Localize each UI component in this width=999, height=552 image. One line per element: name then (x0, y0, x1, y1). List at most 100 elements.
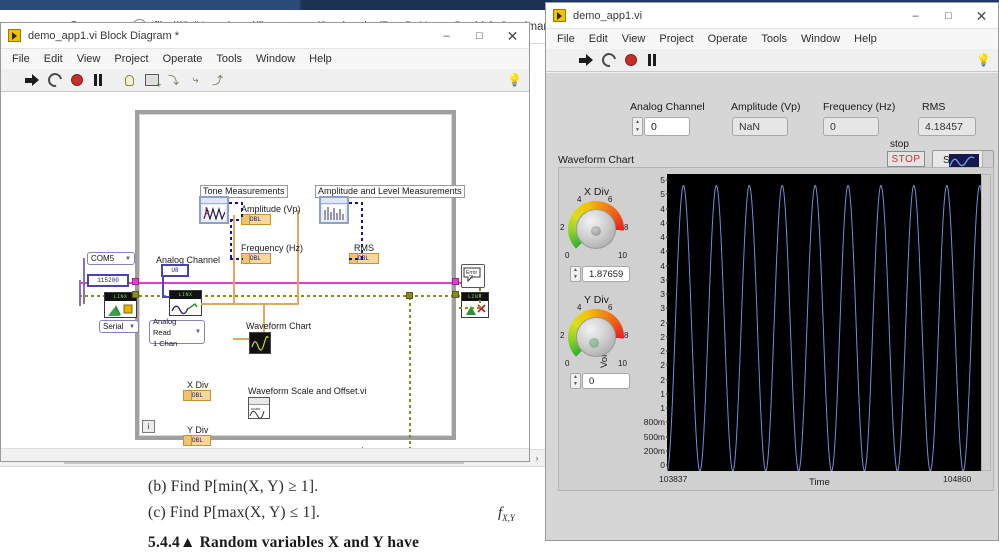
y-axis-tick: 500m (644, 432, 669, 442)
retain-wire-values-icon[interactable] (143, 72, 162, 90)
pdf-fragment-sub: X,Y (502, 513, 515, 523)
context-help-icon[interactable]: 💡 (976, 53, 991, 67)
front-panel-canvas[interactable]: Analog Channel ▲ ▼ 0 Amplitude (Vp) NaN … (546, 73, 998, 540)
x-div-knob[interactable]: 2 4 6 8 0 10 (560, 195, 628, 260)
abort-execution-icon[interactable] (622, 52, 639, 69)
block-diagram-canvas[interactable]: i COM5 ▼ 115200 LINX Serial ▼ Analog Cha… (1, 92, 529, 461)
x-div-value-input[interactable]: 1.87659 (582, 266, 630, 282)
scroll-right-icon[interactable]: › (529, 453, 545, 463)
close-button[interactable]: ✕ (496, 23, 529, 49)
menu-item-view[interactable]: View (70, 53, 108, 65)
analog-channel-stepper[interactable]: ▲ ▼ (632, 117, 643, 136)
x-div-terminal[interactable]: DBL (183, 390, 211, 401)
y-tick-mark (666, 179, 669, 181)
frequency-hz-indicator[interactable]: DBL (241, 253, 271, 264)
browser-tab-active[interactable] (0, 0, 300, 10)
y-div-tick-2: 2 (560, 331, 565, 340)
context-help-icon[interactable]: 💡 (507, 73, 522, 87)
y-axis-tick: 0 (660, 460, 669, 470)
analog-read-ring[interactable]: Analog Read 1 Chan ▼ (149, 317, 205, 348)
stepper-up-icon[interactable]: ▲ (573, 375, 578, 380)
y-tick-mark (666, 250, 669, 252)
svg-text:?!: ?! (469, 275, 473, 281)
step-over-icon[interactable]: ⤷ (187, 72, 204, 89)
run-continuous-icon[interactable] (44, 70, 65, 90)
stepper-down-icon[interactable]: ▼ (573, 275, 578, 280)
y-div-value-input[interactable]: 0 (582, 373, 630, 389)
pause-icon[interactable] (644, 52, 661, 69)
close-button[interactable]: ✕ (965, 3, 998, 29)
menu-item-view[interactable]: View (615, 33, 653, 45)
amplitude-vp-indicator[interactable]: DBL (241, 214, 271, 225)
com-port-ring[interactable]: COM5 ▼ (87, 252, 135, 265)
maximize-button[interactable]: □ (932, 3, 965, 29)
wire-amplevel-rms (349, 258, 363, 260)
baud-rate-constant[interactable]: 115200 (87, 274, 129, 287)
tone-measurements-vi[interactable] (199, 196, 229, 224)
x-div-knob-face[interactable] (576, 209, 616, 249)
analog-channel-label: Analog Channel (630, 101, 705, 113)
wire-visa-resource (81, 282, 473, 284)
y-div-knob-face[interactable] (576, 317, 616, 357)
menu-item-operate[interactable]: Operate (156, 53, 210, 65)
chevron-down-icon[interactable]: ▼ (129, 324, 135, 330)
y-tick-mark (666, 222, 669, 224)
chevron-down-icon[interactable]: ▼ (195, 327, 201, 338)
y-axis-tick: 5 (660, 189, 669, 199)
menu-item-file[interactable]: File (5, 53, 37, 65)
amplitude-level-vi[interactable] (319, 196, 349, 224)
analog-channel-input[interactable]: 0 (644, 117, 690, 136)
y-div-terminal[interactable]: DBL (183, 435, 211, 446)
waveform-scale-offset-vi[interactable]: scale (248, 397, 270, 419)
serial-type-ring[interactable]: Serial ▼ (99, 320, 139, 333)
abort-execution-icon[interactable] (68, 72, 85, 89)
minimize-button[interactable]: – (430, 23, 463, 49)
step-into-icon[interactable]: ⤵ (165, 72, 182, 89)
block-diagram-scrollbar[interactable] (1, 448, 529, 461)
y-div-stepper[interactable]: ▲ ▼ (570, 373, 581, 389)
stepper-down-icon[interactable]: ▼ (573, 382, 578, 387)
tunnel-error-out (452, 291, 459, 298)
linx-analog-read-node[interactable]: LINX (169, 290, 202, 316)
pause-icon[interactable] (90, 72, 107, 89)
minimize-button[interactable]: – (899, 3, 932, 29)
menu-item-operate[interactable]: Operate (701, 33, 755, 45)
x-div-tick-10: 10 (618, 251, 627, 260)
waveform-chart-terminal[interactable] (249, 332, 271, 354)
step-out-icon[interactable]: ⤴ (209, 72, 226, 89)
x-div-stepper[interactable]: ▲ ▼ (570, 266, 581, 282)
menu-item-help[interactable]: Help (847, 33, 884, 45)
maximize-button[interactable]: □ (463, 23, 496, 49)
menu-item-window[interactable]: Window (794, 33, 847, 45)
menu-item-project[interactable]: Project (652, 33, 700, 45)
stepper-up-icon[interactable]: ▲ (573, 268, 578, 273)
run-continuous-icon[interactable] (598, 50, 619, 70)
linx-close-node[interactable]: LINX (461, 292, 489, 318)
highlight-execution-icon[interactable] (121, 72, 138, 89)
simple-error-handler-vi[interactable]: Error ?! (461, 264, 485, 288)
menu-item-tools[interactable]: Tools (209, 53, 249, 65)
y-div-tick-6: 6 (608, 303, 613, 312)
stepper-up-icon[interactable]: ▲ (635, 119, 640, 125)
y-div-knob[interactable]: 2 4 6 8 0 10 (560, 303, 628, 368)
chevron-down-icon[interactable]: ▼ (125, 256, 131, 262)
y-axis-tick: 4 (660, 246, 669, 256)
stepper-down-icon[interactable]: ▼ (635, 128, 640, 133)
menu-item-project[interactable]: Project (107, 53, 155, 65)
run-arrow-icon[interactable] (578, 52, 595, 69)
stop-button[interactable]: STOP (887, 151, 925, 167)
chart-vertical-scrollbar[interactable] (981, 174, 991, 471)
com-port-value: COM5 (91, 254, 115, 263)
run-arrow-icon[interactable] (24, 72, 41, 89)
menu-item-help[interactable]: Help (302, 53, 339, 65)
browser-tab-other[interactable] (302, 0, 552, 10)
wire-tone-freq (230, 258, 243, 260)
chart-plot-area[interactable] (667, 174, 983, 471)
menu-item-edit[interactable]: Edit (582, 33, 615, 45)
menu-item-tools[interactable]: Tools (754, 33, 794, 45)
menu-item-window[interactable]: Window (249, 53, 302, 65)
menu-item-file[interactable]: File (550, 33, 582, 45)
linx-chip-icon (108, 304, 133, 316)
analog-channel-constant[interactable]: U8 (161, 264, 189, 277)
menu-item-edit[interactable]: Edit (37, 53, 70, 65)
